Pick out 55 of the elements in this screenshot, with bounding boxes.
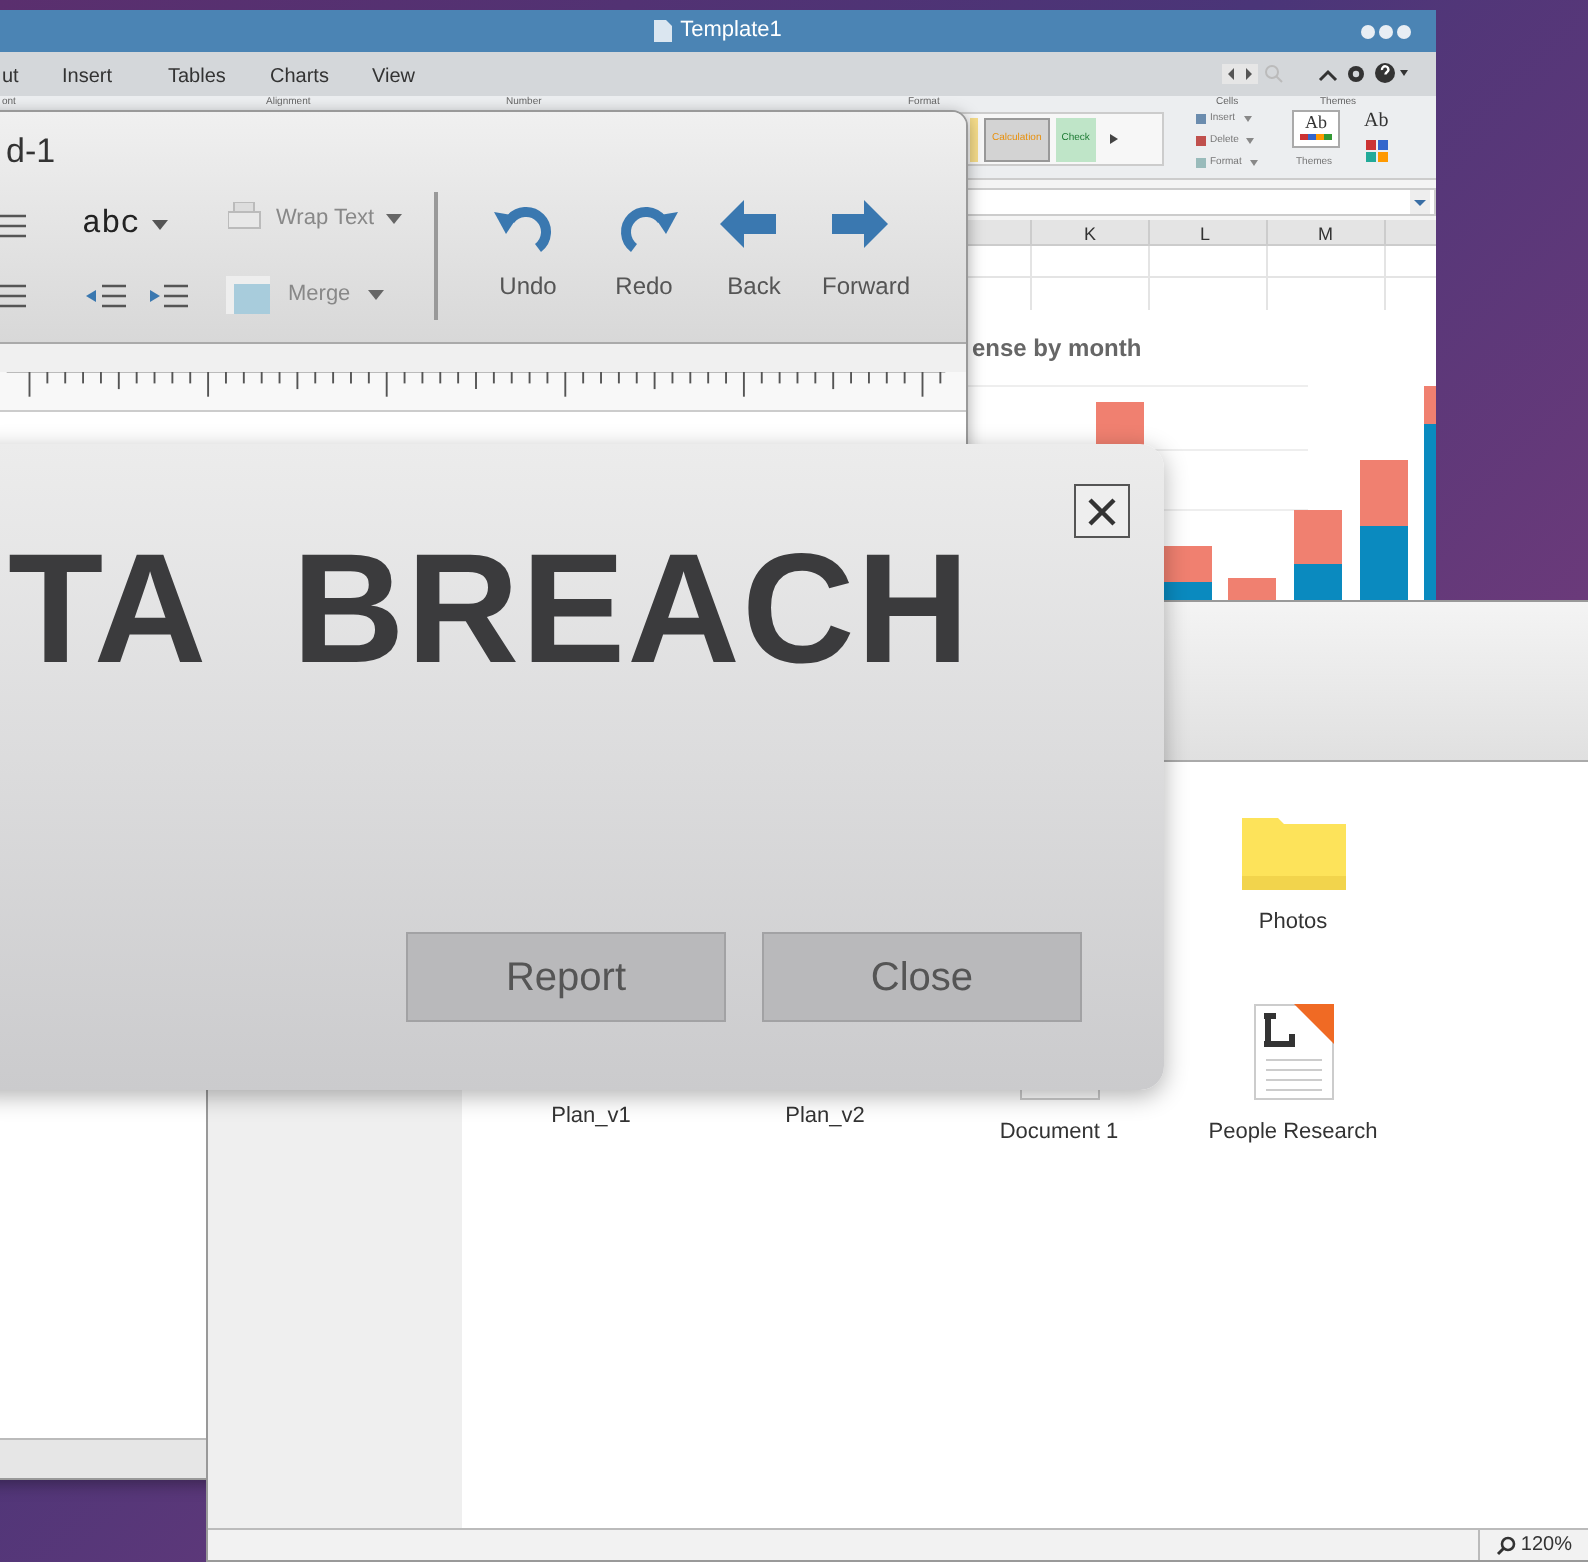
column-header: M [1318,222,1333,248]
window-title: Template1 [680,16,782,47]
alert-message: TA BREACH [8,518,972,700]
scroll-arrows-icon[interactable] [1222,64,1258,84]
zoom-level[interactable]: 120% [1478,1530,1588,1560]
document-title: d-1 [6,130,56,174]
menu-item[interactable]: ut [2,62,19,92]
toolbar-button[interactable]: Forward [808,200,924,304]
file-name: Document 1 [999,1117,1119,1147]
caret-icon [1243,116,1252,123]
dialog-button[interactable]: Report [406,932,726,1022]
merge-cells-icon [226,276,270,314]
file-name: Photos [1258,908,1328,938]
menu-item[interactable]: Tables [168,62,226,92]
column-header: K [1084,222,1097,248]
collapse-icon[interactable] [1318,68,1338,82]
file-name: People Research [1208,1117,1378,1147]
caret-icon [368,290,385,300]
document-letter-icon[interactable] [1253,1003,1333,1099]
wrap-text-button[interactable]: Wrap Text [228,202,403,235]
column-header: L [1200,222,1211,248]
bar-segment [1360,460,1408,526]
theme-sample: Ab [1305,112,1327,134]
caret-icon [1249,160,1258,167]
indent-icon[interactable] [148,284,188,308]
toolbar-button[interactable]: Redo [586,200,702,304]
caret-icon [1246,138,1255,145]
colors-icon[interactable] [1366,140,1390,164]
dialog-button[interactable]: Close [762,932,1082,1022]
search-icon [1496,1535,1517,1555]
help-icon[interactable] [1374,62,1410,84]
chart-title: ense by month [972,332,1142,366]
window-controls-icon [1360,24,1412,40]
file-name: Plan_v1 [551,1101,631,1131]
settings-icon[interactable] [1346,64,1366,84]
file-name: Plan_v2 [785,1101,865,1131]
themes-button[interactable]: Ab [1292,110,1340,148]
font-sample[interactable]: Ab [1364,106,1389,136]
outdent-icon[interactable] [86,284,126,308]
dropdown-icon[interactable] [1410,190,1430,214]
more-arrow-icon[interactable] [1109,134,1118,144]
style-swatch [970,117,978,161]
spelling-button[interactable]: abc [82,200,168,248]
bar-segment [1228,578,1276,600]
bar-segment [1360,526,1408,600]
printer-icon [228,202,264,235]
menu-item[interactable]: View [372,62,415,92]
menu-item[interactable]: Charts [270,62,329,92]
document-icon [654,20,673,42]
color-strip-icon [1300,134,1332,140]
toolbar-button[interactable]: Back [696,200,812,304]
close-icon [1088,497,1116,525]
close-button[interactable] [1074,484,1130,538]
menu-item[interactable]: Insert [62,62,113,92]
toolbar-button[interactable]: Undo [470,200,586,304]
